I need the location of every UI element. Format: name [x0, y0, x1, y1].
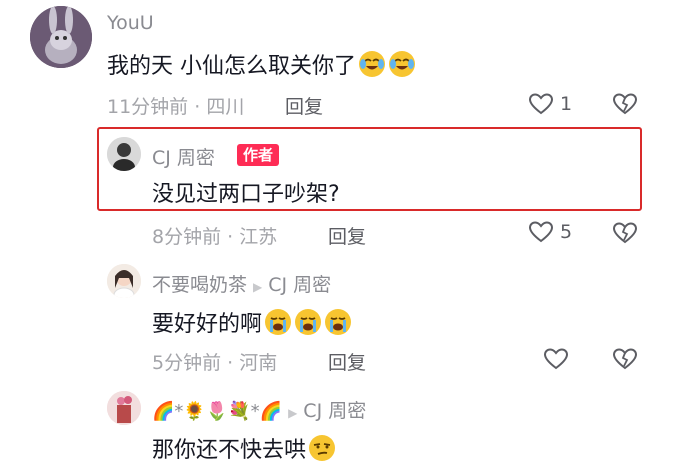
comment-author: 不要喝奶茶 ▶ CJ 周密 — [152, 270, 331, 297]
comment-time: 8分钟前 — [152, 226, 222, 248]
crying-laughing-emoji — [389, 51, 415, 77]
reply-arrow-icon: ▶ — [253, 280, 263, 294]
comment-location: 河南 — [239, 352, 278, 374]
avatar-youu[interactable] — [30, 6, 92, 68]
comment-author: 🌈*🌻🌷💐*🌈 ▶ CJ 周密 — [152, 396, 366, 423]
reply-button[interactable]: 回复 — [328, 348, 366, 375]
comment-text-content: 要好好的啊 — [152, 312, 263, 337]
dislike-button[interactable] — [612, 92, 638, 120]
reply-arrow-icon: ▶ — [288, 406, 298, 420]
author-name[interactable]: 不要喝奶茶 — [152, 274, 247, 296]
reply-to-name[interactable]: CJ 周密 — [268, 274, 331, 296]
reply-button[interactable]: 回复 — [328, 222, 366, 249]
broken-heart-icon — [612, 348, 638, 370]
heart-outline-icon — [528, 93, 554, 115]
loudly-crying-emoji — [325, 309, 352, 335]
like-button[interactable] — [543, 347, 575, 371]
comment-text: 没见过两口子吵架? — [152, 182, 340, 207]
heart-outline-icon — [528, 221, 554, 243]
like-button[interactable]: 5 — [528, 220, 572, 244]
comment-time: 5分钟前 — [152, 352, 222, 374]
author-badge: 作者 — [237, 144, 280, 166]
comment-meta: 5分钟前 · 河南 — [152, 348, 277, 375]
comment-text: 要好好的啊 — [152, 306, 352, 338]
comment-time: 11分钟前 — [107, 96, 189, 118]
comment-location: 江苏 — [239, 226, 278, 248]
broken-heart-icon — [612, 222, 638, 244]
heart-outline-icon — [543, 348, 569, 370]
comment-meta: 11分钟前 · 四川 — [107, 92, 244, 119]
like-button[interactable]: 1 — [528, 92, 572, 116]
comment-author[interactable]: YouU — [107, 12, 154, 34]
comment-location: 四川 — [206, 96, 245, 118]
loudly-crying-emoji — [265, 309, 292, 335]
dislike-button[interactable] — [612, 221, 638, 249]
comment-author[interactable]: CJ 周密 — [152, 143, 215, 170]
avatar-cj[interactable] — [107, 137, 141, 171]
author-name[interactable]: 🌈*🌻🌷💐*🌈 — [152, 401, 282, 422]
comment-text: 那你还不快去哄 — [152, 432, 336, 464]
avatar-flowers[interactable] — [107, 391, 141, 425]
comment-meta: 8分钟前 · 江苏 — [152, 222, 277, 249]
meta-separator: · — [227, 226, 234, 248]
meta-separator: · — [194, 96, 201, 118]
loudly-crying-emoji — [295, 309, 322, 335]
avatar-naicha[interactable] — [107, 264, 141, 298]
meta-separator: · — [227, 352, 234, 374]
like-count: 5 — [560, 221, 573, 243]
like-count: 1 — [560, 93, 573, 115]
reply-to-name[interactable]: CJ 周密 — [303, 400, 366, 422]
dislike-button[interactable] — [612, 347, 638, 375]
broken-heart-icon — [612, 93, 638, 115]
comment-text-content: 那你还不快去哄 — [152, 438, 307, 463]
comment-text: 我的天 小仙怎么取关你了 — [107, 48, 416, 80]
crying-laughing-emoji — [359, 51, 385, 77]
comment-text-content: 我的天 小仙怎么取关你了 — [107, 54, 356, 79]
reply-button[interactable]: 回复 — [285, 92, 323, 119]
smirk-emoji — [309, 435, 336, 461]
